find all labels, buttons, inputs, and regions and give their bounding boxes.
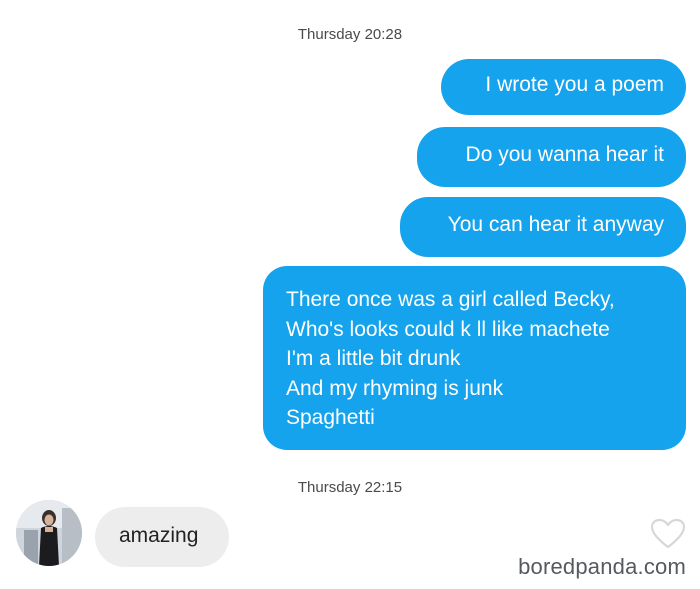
incoming-message[interactable]: amazing <box>95 507 229 567</box>
poem-line: And my rhyming is junk <box>286 376 504 400</box>
contact-avatar[interactable] <box>16 500 82 566</box>
outgoing-message[interactable]: Do you wanna hear it <box>417 127 686 187</box>
avatar-photo-icon <box>16 500 82 566</box>
outgoing-message-poem[interactable]: There once was a girl called Becky, Who'… <box>263 266 686 450</box>
watermark: boredpanda.com <box>518 554 686 579</box>
outgoing-message[interactable]: I wrote you a poem <box>441 59 686 115</box>
poem-line: I'm a little bit drunk <box>286 347 461 370</box>
heart-icon[interactable] <box>650 518 686 550</box>
poem-line: Spaghetti <box>286 406 375 429</box>
timestamp: Thursday 22:15 <box>297 479 403 496</box>
outgoing-message[interactable]: You can hear it anyway <box>400 197 686 257</box>
timestamp: Thursday 20:28 <box>297 26 403 43</box>
poem-line: Who's looks could k ll like machete <box>286 317 610 341</box>
poem-line: There once was a girl called Becky, <box>286 288 615 311</box>
